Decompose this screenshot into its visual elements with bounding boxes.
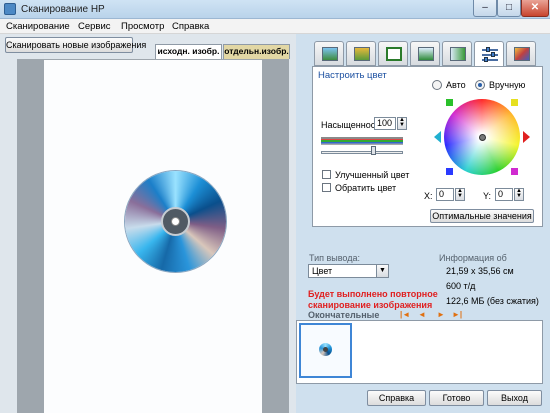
x-label: X: [424,191,433,201]
close-button[interactable]: ✕ [521,0,549,17]
saturation-slider-thumb[interactable] [371,146,376,155]
saturation-spinner[interactable]: ▲ ▼ [397,117,407,130]
menu-bar: Сканирование Сервис Просмотр Справка [0,19,550,34]
menu-view[interactable]: Просмотр [121,21,164,32]
next-image-icon[interactable]: ► [437,310,445,319]
rescan-notice: Будет выполнено повторное сканирование и… [308,289,438,310]
preview-pane: Сканировать новые изображения исходн. из… [0,34,296,413]
image-thumbnail[interactable] [299,323,352,378]
tools-icon [514,47,530,61]
output-tab[interactable] [442,41,472,66]
final-images-label: Окончательные [308,310,380,320]
tools-tab[interactable] [506,41,536,66]
output-icon [450,47,466,61]
info-size: 122,6 МБ (без сжатия) [446,296,539,306]
invert-color-label: Обратить цвет [335,183,397,193]
saturation-color-bar [321,137,403,145]
y-spinner[interactable]: ▲ ▼ [514,188,524,201]
scan-preview-icon [322,47,338,61]
title-bar: Сканирование HP – □ ✕ [0,0,550,19]
copy-tab[interactable] [346,41,376,66]
color-adjust-tab[interactable] [474,41,504,67]
minimize-button[interactable]: – [473,0,497,17]
blue-corner-icon[interactable] [446,168,453,175]
last-image-icon[interactable]: ►| [452,310,462,319]
cd-thumbnail-image [319,343,332,356]
done-button[interactable]: Готово [429,390,484,406]
exit-button[interactable]: Выход [487,390,542,406]
output-type-label: Тип вывода: [309,253,360,263]
tab-separate-images[interactable]: отдельн.изобр. [223,44,290,59]
enhanced-color-checkbox[interactable] [322,170,331,179]
window-title: Сканирование HP [21,4,105,15]
auto-radio[interactable] [432,80,442,90]
tab-original-image[interactable]: исходн. изобр. [155,44,222,59]
final-images-strip [296,320,543,384]
cd-disc-image [125,171,226,272]
info-resolution: 600 т/д [446,281,476,291]
color-adjust-icon [482,47,498,62]
saturation-slider-track[interactable] [321,151,403,154]
output-type-select[interactable]: Цвет ▼ [308,264,389,278]
help-button[interactable]: Справка [367,390,426,406]
maximize-button[interactable]: □ [497,0,521,17]
saturation-input[interactable]: 100 [374,117,396,130]
color-wheel-center-marker[interactable] [479,134,486,141]
cd-hub [161,207,190,236]
manual-radio[interactable] [475,80,485,90]
magenta-corner-icon[interactable] [511,168,518,175]
red-arrow-icon[interactable] [523,131,530,143]
resize-icon [418,47,434,61]
yellow-corner-icon[interactable] [511,99,518,106]
cyan-arrow-icon[interactable] [434,131,441,143]
color-adjust-panel: Настроить цвет Авто Вручную Насыщенност … [312,66,543,227]
menu-scan[interactable]: Сканирование [6,21,70,32]
output-type-value: Цвет [312,266,333,276]
menu-service[interactable]: Сервис [78,21,111,32]
color-panel-title: Настроить цвет [318,70,387,81]
info-title: Информация об [439,253,507,263]
saturation-label: Насыщенност [321,120,380,130]
x-input[interactable]: 0 [436,188,454,201]
info-dimensions: 21,59 x 35,56 см [446,266,514,276]
x-spinner[interactable]: ▲ ▼ [455,188,465,201]
y-label: Y: [483,191,492,201]
scanner-app-icon [4,3,16,15]
resize-tab[interactable] [410,41,440,66]
previous-image-icon[interactable]: ◄ [418,310,426,319]
auto-label: Авто [446,80,466,90]
crop-icon [386,47,402,61]
chevron-down-icon[interactable]: ▼ [376,265,388,277]
cd-hole [171,217,180,226]
menu-help[interactable]: Справка [172,21,209,32]
crop-tab[interactable] [378,41,408,66]
invert-color-checkbox[interactable] [322,183,331,192]
scan-preview-tab[interactable] [314,41,344,66]
green-corner-icon[interactable] [446,99,453,106]
first-image-icon[interactable]: |◄ [400,310,410,319]
scan-new-images-button[interactable]: Сканировать новые изображения [5,37,146,53]
enhanced-color-label: Улучшенный цвет [335,170,410,180]
y-input[interactable]: 0 [495,188,513,201]
copy-icon [354,47,370,61]
manual-label: Вручную [489,80,526,90]
optimal-values-button[interactable]: Оптимальные значения [430,209,534,223]
scanned-page-preview[interactable] [44,60,262,413]
